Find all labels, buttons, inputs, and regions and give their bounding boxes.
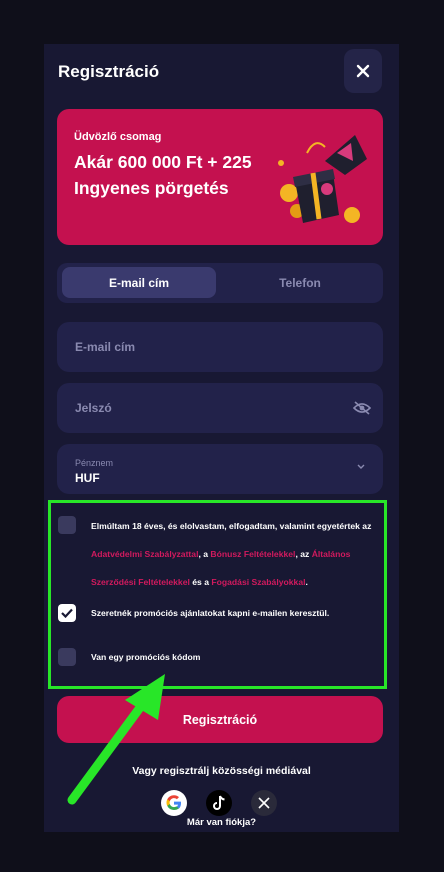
gift-box-icon: [278, 135, 367, 223]
checkmark-icon: [61, 608, 73, 618]
currency-label: Pénznem: [75, 458, 114, 468]
general-terms-link-b[interactable]: Szerződési Feltételekkel: [91, 577, 190, 587]
promo-emails-checkbox[interactable]: [58, 604, 76, 622]
registration-modal: Regisztráció Üdvözlő csomag Akár 600 000…: [44, 44, 399, 832]
chevron-down-icon: [357, 464, 365, 469]
password-field[interactable]: Jelszó: [57, 383, 383, 433]
tiktok-icon: [213, 795, 225, 810]
promo-emails-label: Szeretnék promóciós ajánlatokat kapni e-…: [91, 608, 330, 618]
terms-line-3: Szerződési Feltételekkel és a Fogadási S…: [91, 568, 391, 596]
email-field[interactable]: E-mail cím: [57, 322, 383, 372]
welcome-banner: Üdvözlő csomag Akár 600 000 Ft + 225 Ing…: [57, 109, 383, 245]
promo-code-checkbox[interactable]: [58, 648, 76, 666]
tab-phone[interactable]: Telefon: [223, 267, 377, 298]
terms-text: Elmúltam 18 éves, és elolvastam, elfogad…: [91, 512, 391, 596]
currency-select[interactable]: Pénznem HUF: [57, 444, 383, 494]
x-icon: [258, 797, 270, 809]
tiktok-button[interactable]: [206, 790, 232, 816]
betting-rules-link[interactable]: Fogadási Szabályokkal: [211, 577, 305, 587]
terms-line-1: Elmúltam 18 éves, és elolvastam, elfogad…: [91, 521, 372, 531]
google-icon: [166, 795, 181, 810]
social-register-text: Vagy regisztrálj közösségi médiával: [132, 765, 311, 777]
general-terms-link-a[interactable]: Általános: [312, 549, 351, 559]
x-button[interactable]: [251, 790, 277, 816]
terms-sep-2: , az: [295, 549, 310, 559]
bonus-terms-link[interactable]: Bónusz Feltételekkel: [210, 549, 295, 559]
email-placeholder: E-mail cím: [75, 340, 136, 354]
terms-checkbox[interactable]: [58, 516, 76, 534]
currency-value: HUF: [75, 471, 100, 485]
auth-method-tabs: E-mail cím Telefon: [57, 263, 383, 303]
login-link[interactable]: Már van fiókja?: [44, 817, 399, 828]
register-button[interactable]: Regisztráció: [57, 696, 383, 743]
privacy-policy-link[interactable]: Adatvédelmi Szabályzattal: [91, 549, 198, 559]
terms-line-2: Adatvédelmi Szabályzattal, a Bónusz Felt…: [91, 540, 391, 568]
banner-headline: Akár 600 000 Ft + 225 Ingyenes pörgetés: [74, 152, 252, 198]
banner-subtitle: Üdvözlő csomag: [74, 131, 162, 143]
terms-sep-3: és a: [192, 577, 209, 587]
password-placeholder: Jelszó: [75, 401, 112, 415]
tab-email[interactable]: E-mail cím: [62, 267, 216, 298]
close-icon: [356, 64, 370, 78]
terms-end: .: [305, 577, 308, 587]
eye-off-icon[interactable]: [353, 401, 371, 415]
terms-sep-1: , a: [198, 549, 209, 559]
promo-code-label: Van egy promóciós kódom: [91, 652, 201, 662]
google-button[interactable]: [161, 790, 187, 816]
close-button[interactable]: [344, 49, 382, 93]
modal-title: Regisztráció: [58, 62, 160, 81]
